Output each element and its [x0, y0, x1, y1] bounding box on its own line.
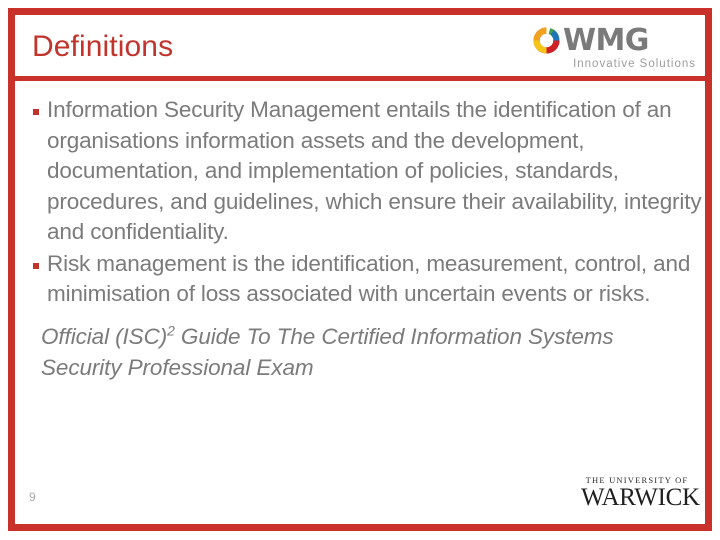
list-item: Risk management is the identification, m…: [23, 249, 703, 310]
wmg-tagline: Innovative Solutions: [573, 58, 696, 70]
slide-body: Information Security Management entails …: [15, 81, 705, 524]
slide-number: 9: [29, 490, 36, 504]
list-item: Information Security Management entails …: [23, 95, 703, 248]
square-bullet-icon: [23, 249, 47, 279]
title-band: Definitions WMG Innovative Solutions: [15, 15, 705, 81]
warwick-logo: THE UNIVERSITY OF WARWICK: [581, 475, 700, 512]
page-title: Definitions: [32, 30, 174, 63]
warwick-swoosh-icon: [607, 502, 649, 512]
warwick-logo-line2-wrap: WARWICK: [581, 485, 700, 512]
citation: Official (ISC)2 Guide To The Certified I…: [41, 321, 679, 383]
wmg-logo-row: WMG: [531, 24, 697, 57]
square-bullet-icon: [23, 95, 47, 125]
citation-before: Official (ISC): [41, 323, 168, 349]
wmg-logo: WMG Innovative Solutions: [531, 24, 697, 74]
wmg-swirl-icon: [531, 25, 562, 56]
bullet-text: Information Security Management entails …: [47, 97, 702, 244]
slide-frame: Definitions WMG Innovative Solutions Inf…: [8, 8, 712, 531]
citation-superscript: 2: [167, 322, 175, 338]
slide: Definitions WMG Innovative Solutions Inf…: [0, 0, 720, 540]
bullet-list: Information Security Management entails …: [23, 95, 703, 383]
wmg-wordmark: WMG: [563, 23, 649, 58]
bullet-text: Risk management is the identification, m…: [47, 250, 691, 307]
